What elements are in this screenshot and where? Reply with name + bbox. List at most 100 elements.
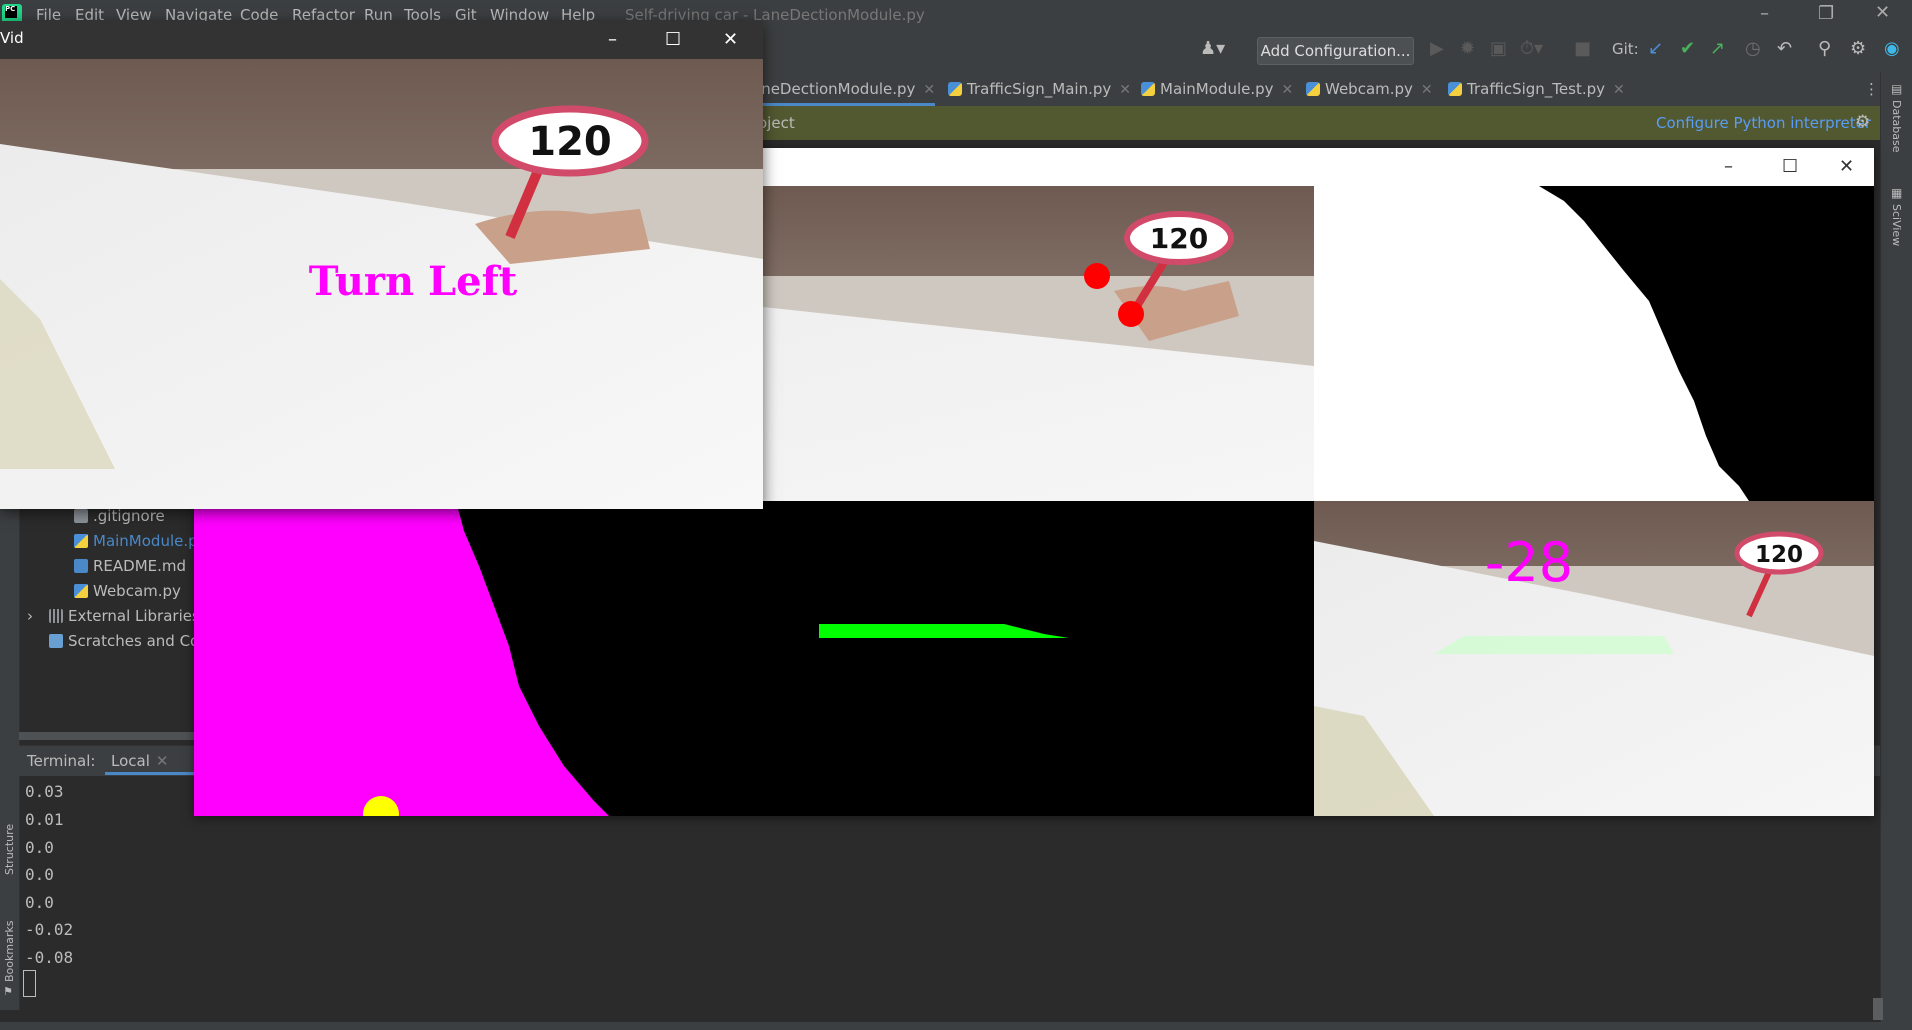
tab-label: aneDectionModule.py bbox=[752, 80, 916, 98]
expand-arrow-icon[interactable]: › bbox=[27, 607, 33, 625]
terminal-output-line: 0.01 bbox=[25, 810, 64, 829]
terminal-tab-local[interactable]: Local ✕ bbox=[111, 752, 168, 770]
tree-item-label: README.md bbox=[93, 557, 187, 575]
terminal-tab-label: Local bbox=[111, 752, 150, 770]
text-file-icon bbox=[74, 509, 88, 523]
search-icon[interactable]: ⚲ bbox=[1818, 39, 1831, 59]
tree-item-webcam[interactable]: Webcam.py bbox=[74, 582, 181, 600]
maximize-icon[interactable]: ☐ bbox=[665, 29, 681, 50]
rollback-icon[interactable]: ↶ bbox=[1777, 39, 1792, 59]
scratch-icon bbox=[49, 634, 63, 648]
coverage-icon[interactable]: ▣ bbox=[1490, 39, 1507, 59]
run-icon[interactable]: ▶ bbox=[1430, 39, 1444, 59]
close-tab-icon[interactable]: ✕ bbox=[923, 82, 935, 98]
terminal-title: Terminal: bbox=[27, 752, 96, 770]
vid-window[interactable]: Vid – ☐ ✕ 120 Turn Left bbox=[0, 21, 763, 509]
tree-item-gitignore[interactable]: .gitignore bbox=[74, 507, 165, 525]
python-file-icon bbox=[74, 584, 88, 598]
terminal-scrollbar[interactable] bbox=[1873, 998, 1883, 1020]
profile-icon[interactable]: ⏱▾ bbox=[1520, 39, 1543, 59]
tab-traffic-sign-test[interactable]: TrafficSign_Test.py ✕ bbox=[1448, 72, 1625, 106]
tab-main-module[interactable]: MainModule.py ✕ bbox=[1141, 72, 1293, 106]
window-titlebar[interactable]: Vid – ☐ ✕ bbox=[0, 21, 763, 59]
stop-icon[interactable]: ■ bbox=[1574, 39, 1591, 59]
tab-label: TrafficSign_Main.py bbox=[967, 80, 1112, 98]
python-file-icon bbox=[948, 82, 962, 96]
markdown-file-icon bbox=[74, 559, 88, 573]
configure-interpreter-link[interactable]: Configure Python interpreter bbox=[1656, 114, 1871, 132]
library-icon bbox=[49, 609, 63, 623]
active-terminal-indicator bbox=[105, 772, 197, 775]
notice-text: oject bbox=[758, 114, 795, 132]
structure-tool-label[interactable]: Structure bbox=[3, 824, 16, 875]
logo-text: PC bbox=[5, 6, 17, 18]
terminal-cursor[interactable] bbox=[23, 970, 36, 997]
python-file-icon bbox=[74, 534, 88, 548]
bookmark-icon: ⚑ bbox=[3, 985, 13, 998]
speed-sign-icon: 120 bbox=[491, 105, 649, 177]
threshold-image bbox=[1314, 186, 1874, 501]
gear-icon[interactable]: ⚙ bbox=[1850, 39, 1866, 59]
tab-webcam[interactable]: Webcam.py ✕ bbox=[1306, 72, 1433, 106]
more-tabs-icon[interactable]: ⋮ bbox=[1864, 72, 1879, 106]
python-file-icon bbox=[1306, 82, 1320, 96]
minimize-icon[interactable]: – bbox=[1724, 156, 1733, 177]
sciview-icon: ▦ bbox=[1891, 186, 1903, 200]
jetbrains-icon[interactable]: ◉ bbox=[1884, 39, 1900, 59]
tab-lane-detection[interactable]: aneDectionModule.py ✕ bbox=[752, 72, 935, 106]
close-icon[interactable]: ✕ bbox=[1875, 2, 1890, 23]
user-icon[interactable]: ♟▾ bbox=[1200, 39, 1225, 59]
tree-item-external-libraries[interactable]: External Libraries bbox=[49, 607, 200, 625]
direction-text: Turn Left bbox=[309, 258, 518, 305]
warp-point bbox=[1118, 301, 1144, 327]
sciview-tool-label[interactable]: SciView bbox=[1890, 204, 1903, 246]
terminal-output-line: -0.02 bbox=[25, 920, 74, 939]
warp-point bbox=[1084, 263, 1110, 289]
vid-window-title: Vid bbox=[0, 29, 24, 47]
close-tab-icon[interactable]: ✕ bbox=[156, 752, 169, 770]
close-icon[interactable]: ✕ bbox=[1839, 156, 1854, 177]
speed-sign-text: 120 bbox=[528, 119, 612, 165]
tree-item-label: MainModule.py bbox=[93, 532, 207, 550]
speed-sign-icon: 120 bbox=[1124, 211, 1234, 265]
tab-traffic-sign-main[interactable]: TrafficSign_Main.py ✕ bbox=[948, 72, 1131, 106]
close-tab-icon[interactable]: ✕ bbox=[1119, 82, 1131, 98]
gear-icon[interactable]: ⚙ bbox=[1855, 112, 1870, 132]
terminal-output-line: 0.0 bbox=[25, 865, 54, 884]
close-tab-icon[interactable]: ✕ bbox=[1421, 82, 1433, 98]
speed-sign-text: 120 bbox=[1150, 222, 1208, 255]
speed-sign-text: 120 bbox=[1755, 542, 1803, 568]
tree-item-label: .gitignore bbox=[93, 507, 165, 525]
git-push-icon[interactable]: ↗ bbox=[1710, 39, 1725, 59]
history-icon[interactable]: ◷ bbox=[1745, 39, 1761, 59]
tree-scrollbar[interactable] bbox=[19, 732, 194, 740]
result-image: 120 -28 bbox=[1314, 501, 1874, 816]
tab-label: MainModule.py bbox=[1160, 80, 1274, 98]
restore-icon[interactable]: ❐ bbox=[1818, 3, 1834, 24]
vid-frame: 120 Turn Left bbox=[0, 59, 763, 509]
debug-icon[interactable]: ✹ bbox=[1460, 39, 1475, 59]
status-bar bbox=[0, 1022, 1912, 1030]
histogram-image bbox=[194, 501, 1314, 816]
minimize-icon[interactable]: – bbox=[1760, 3, 1769, 24]
close-tab-icon[interactable]: ✕ bbox=[1282, 82, 1294, 98]
python-file-icon bbox=[1141, 82, 1155, 96]
database-tool-label[interactable]: Database bbox=[1890, 100, 1903, 153]
close-tab-icon[interactable]: ✕ bbox=[1613, 82, 1625, 98]
tree-item-readme[interactable]: README.md bbox=[74, 557, 186, 575]
terminal-output-line: 0.03 bbox=[25, 782, 64, 801]
terminal-output-line: 0.0 bbox=[25, 838, 54, 857]
bookmarks-tool-label[interactable]: Bookmarks bbox=[3, 921, 16, 982]
maximize-icon[interactable]: ☐ bbox=[1782, 156, 1798, 177]
tab-label: Webcam.py bbox=[1325, 80, 1413, 98]
close-icon[interactable]: ✕ bbox=[723, 29, 738, 50]
curve-value-text: -28 bbox=[1485, 531, 1573, 594]
git-update-icon[interactable]: ↙ bbox=[1648, 39, 1663, 59]
add-configuration-button[interactable]: Add Configuration... bbox=[1257, 37, 1414, 65]
terminal-output-line: 0.0 bbox=[25, 893, 54, 912]
git-label: Git: bbox=[1612, 40, 1639, 58]
tree-item-mainmodule[interactable]: MainModule.py bbox=[74, 532, 207, 550]
minimize-icon[interactable]: – bbox=[608, 29, 617, 50]
git-commit-icon[interactable]: ✔ bbox=[1680, 39, 1695, 59]
terminal-output-line: -0.08 bbox=[25, 948, 74, 967]
